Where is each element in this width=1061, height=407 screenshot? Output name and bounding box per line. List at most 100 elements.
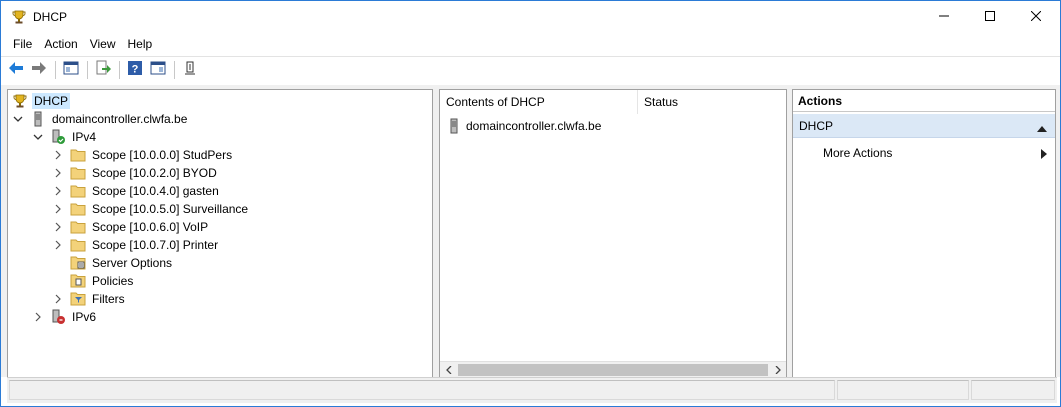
filter-button[interactable] (179, 59, 201, 81)
svg-text:?: ? (132, 64, 139, 76)
tree-label: Filters (92, 292, 125, 306)
column-header-status[interactable]: Status (638, 90, 786, 114)
toolbar-separator (87, 60, 88, 79)
folder-icon (70, 165, 86, 181)
show-hide-action-pane-button[interactable] (147, 59, 169, 81)
toolbar: ? (1, 56, 1060, 82)
chevron-down-icon[interactable] (12, 115, 24, 123)
chevron-right-icon[interactable] (52, 168, 64, 178)
chevron-right-icon[interactable] (52, 204, 64, 214)
more-actions-item[interactable]: More Actions (823, 146, 892, 160)
list-item-name: domaincontroller.clwfa.be (466, 119, 602, 133)
tree-label: Scope [10.0.4.0] gasten (92, 184, 219, 198)
tree-item-scope[interactable]: Scope [10.0.4.0] gasten (52, 182, 221, 200)
back-arrow-icon (8, 61, 24, 78)
folder-icon (70, 237, 86, 253)
chevron-right-icon[interactable] (52, 294, 64, 304)
folder-icon (70, 147, 86, 163)
status-bar (7, 377, 1057, 403)
tree-label: Scope [10.0.6.0] VoIP (92, 220, 209, 234)
close-icon (1030, 10, 1042, 24)
title-bar[interactable]: DHCP (1, 1, 1060, 33)
main-area: DHCP domaincontroller.clwfa.be IPv4 Scop… (1, 85, 1060, 379)
tree-item-scope[interactable]: Scope [10.0.7.0] Printer (52, 236, 220, 254)
trophy-icon (12, 93, 28, 109)
actions-group-dhcp[interactable]: DHCP (793, 114, 1055, 138)
tree-item-ipv6[interactable]: IPv6 (32, 308, 98, 326)
show-hide-action-pane-icon (150, 60, 166, 79)
tree-label: DHCP (32, 93, 71, 109)
horizontal-scrollbar[interactable] (440, 361, 786, 378)
column-header-name[interactable]: Contents of DHCP (440, 90, 638, 114)
back-button[interactable] (5, 59, 27, 81)
chevron-right-icon[interactable] (52, 186, 64, 196)
minimize-button[interactable] (921, 1, 967, 33)
help-icon: ? (127, 60, 143, 79)
menu-help[interactable]: Help (122, 34, 159, 54)
status-cell (837, 380, 969, 400)
export-list-button[interactable] (92, 59, 114, 81)
collapse-up-icon[interactable] (1037, 121, 1047, 135)
tree-item-scope[interactable]: Scope [10.0.2.0] BYOD (52, 164, 219, 182)
actions-header: Actions (793, 90, 1055, 112)
tree-label: Scope [10.0.5.0] Surveillance (92, 202, 249, 216)
scrollbar-thumb[interactable] (458, 364, 768, 376)
folder-icon (70, 183, 86, 199)
tree-item-server[interactable]: domaincontroller.clwfa.be (12, 110, 189, 128)
menu-action[interactable]: Action (38, 34, 83, 54)
tree-label: IPv4 (72, 130, 97, 144)
export-list-icon (95, 60, 111, 79)
results-pane[interactable]: Contents of DHCP Status domaincontroller… (439, 89, 787, 379)
scroll-left-icon[interactable] (440, 362, 457, 378)
tree-item-scope[interactable]: Scope [10.0.0.0] StudPers (52, 146, 234, 164)
chevron-right-icon[interactable] (52, 240, 64, 250)
show-hide-tree-button[interactable] (60, 59, 82, 81)
folder-icon (70, 219, 86, 235)
tree-item-ipv4[interactable]: IPv4 (32, 128, 98, 146)
close-button[interactable] (1013, 1, 1059, 33)
tree-item-scope[interactable]: Scope [10.0.6.0] VoIP (52, 218, 210, 236)
toolbar-separator (55, 60, 56, 79)
server-ipv4-icon (50, 129, 66, 145)
status-cell (971, 380, 1055, 400)
menu-file[interactable]: File (7, 34, 38, 54)
chevron-down-icon[interactable] (32, 133, 44, 141)
maximize-button[interactable] (967, 1, 1013, 33)
server-icon (446, 118, 462, 134)
tree-label: Server Options (92, 256, 173, 270)
policies-icon (70, 273, 86, 289)
server-ipv6-icon (50, 309, 66, 325)
help-button[interactable]: ? (124, 59, 146, 81)
filters-icon (70, 291, 86, 307)
tree-label: domaincontroller.clwfa.be (52, 112, 188, 126)
menu-bar: File Action View Help (1, 34, 1060, 54)
server-options-icon (70, 255, 86, 271)
trophy-icon (11, 9, 27, 25)
minimize-icon (939, 10, 949, 24)
tree-label: Policies (92, 274, 134, 288)
menu-view[interactable]: View (84, 34, 122, 54)
actions-group-label: DHCP (799, 118, 834, 133)
tree-label: IPv6 (72, 310, 97, 324)
dhcp-window: DHCP File Action View Help ? DHCP domain… (0, 0, 1061, 407)
server-icon (30, 111, 46, 127)
window-title: DHCP (33, 10, 68, 24)
tree-item-server-options[interactable]: Server Options (70, 254, 174, 272)
tree-item-scope[interactable]: Scope [10.0.5.0] Surveillance (52, 200, 250, 218)
folder-icon (70, 201, 86, 217)
chevron-right-icon[interactable] (52, 222, 64, 232)
forward-arrow-icon (31, 61, 47, 78)
forward-button[interactable] (28, 59, 50, 81)
console-tree[interactable]: DHCP domaincontroller.clwfa.be IPv4 Scop… (7, 89, 433, 379)
chevron-right-icon[interactable] (52, 150, 64, 160)
chevron-right-icon[interactable] (32, 312, 44, 322)
list-item[interactable]: domaincontroller.clwfa.be (446, 117, 601, 135)
filter-icon (182, 60, 198, 79)
tree-item-dhcp[interactable]: DHCP (12, 92, 71, 110)
tree-label: Scope [10.0.7.0] Printer (92, 238, 219, 252)
scroll-right-icon[interactable] (769, 362, 786, 378)
tree-item-policies[interactable]: Policies (70, 272, 135, 290)
actions-pane: Actions DHCP More Actions (792, 89, 1056, 379)
status-cell (9, 380, 835, 400)
tree-item-filters[interactable]: Filters (52, 290, 127, 308)
